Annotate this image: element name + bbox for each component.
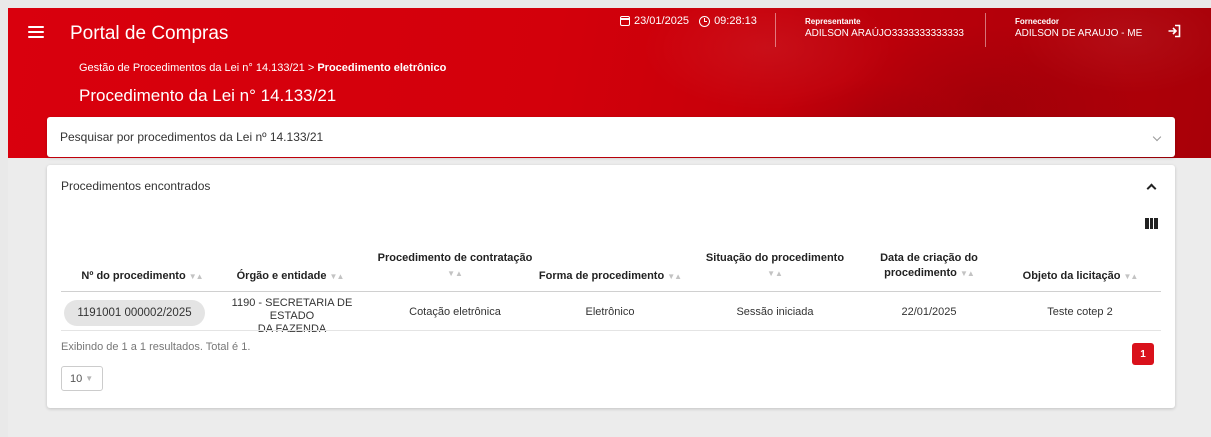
results-panel: Procedimentos encontrados Nº do procedim…: [47, 165, 1175, 408]
datetime: 23/01/2025 09:28:13: [620, 15, 757, 27]
column-header-contratacao[interactable]: Procedimento de contratação ▼▲: [375, 251, 535, 281]
current-time: 09:28:13: [714, 15, 757, 27]
page-size-select[interactable]: 10 ▼: [61, 366, 103, 391]
procedure-number-chip[interactable]: 1191001 000002/2025: [64, 300, 205, 326]
chevron-down-icon: ▼: [85, 374, 94, 383]
supplier-info: Fornecedor ADILSON DE ARAUJO - ME: [1015, 17, 1142, 39]
logout-icon[interactable]: [1167, 24, 1181, 38]
table-row-divider: [61, 330, 1161, 331]
cell-data: 22/01/2025: [901, 306, 957, 318]
header-divider: [775, 13, 776, 47]
supplier-value: ADILSON DE ARAUJO - ME: [1015, 28, 1143, 39]
representative-value: ADILSON ARAÚJO3333333333333: [805, 28, 964, 39]
page-title: Procedimento da Lei n° 14.133/21: [79, 86, 337, 105]
pagination-page-button[interactable]: 1: [1132, 343, 1154, 365]
column-header-objeto[interactable]: Objeto da licitação ▼▲: [1005, 269, 1155, 284]
page-size-value: 10: [70, 372, 83, 385]
cell-situacao: Sessão iniciada: [736, 306, 814, 318]
cell-contratacao: Cotação eletrônica: [409, 306, 501, 318]
column-header-situacao[interactable]: Situação do procedimento ▼▲: [695, 251, 855, 281]
clock-icon: [699, 15, 711, 27]
cell-forma: Eletrônico: [585, 306, 635, 318]
search-panel-label: Pesquisar por procedimentos da Lei nº 14…: [60, 130, 324, 144]
representative-info: Representante ADILSON ARAÚJO333333333333…: [805, 17, 964, 39]
column-header-data[interactable]: Data de criação do procedimento ▼▲: [869, 251, 989, 281]
app-title: Portal de Compras: [70, 23, 229, 44]
table-header-divider: [61, 291, 1161, 292]
column-header-forma[interactable]: Forma de procedimento ▼▲: [535, 269, 685, 284]
results-summary: Exibindo de 1 a 1 resultados. Total é 1.: [61, 341, 251, 353]
calendar-icon: [620, 16, 630, 26]
representative-label: Representante: [805, 17, 861, 26]
breadcrumb: Gestão de Procedimentos da Lei n° 14.133…: [79, 62, 446, 74]
header-divider: [985, 13, 986, 47]
chevron-down-icon[interactable]: [1152, 132, 1162, 142]
cell-objeto: Teste cotep 2: [1047, 306, 1113, 318]
results-panel-title: Procedimentos encontrados: [61, 179, 211, 193]
chevron-up-icon[interactable]: [1146, 183, 1157, 194]
breadcrumb-separator: >: [307, 62, 315, 74]
menu-icon[interactable]: [28, 26, 44, 38]
supplier-label: Fornecedor: [1015, 17, 1060, 26]
columns-icon[interactable]: [1145, 218, 1159, 229]
column-header-numero[interactable]: Nº do procedimento ▼▲: [77, 269, 207, 284]
search-panel[interactable]: Pesquisar por procedimentos da Lei nº 14…: [47, 117, 1175, 157]
current-date: 23/01/2025: [634, 15, 690, 27]
column-header-orgao[interactable]: Órgão e entidade ▼▲: [225, 269, 355, 284]
breadcrumb-parent[interactable]: Gestão de Procedimentos da Lei n° 14.133…: [79, 62, 305, 74]
breadcrumb-current: Procedimento eletrônico: [317, 62, 447, 74]
